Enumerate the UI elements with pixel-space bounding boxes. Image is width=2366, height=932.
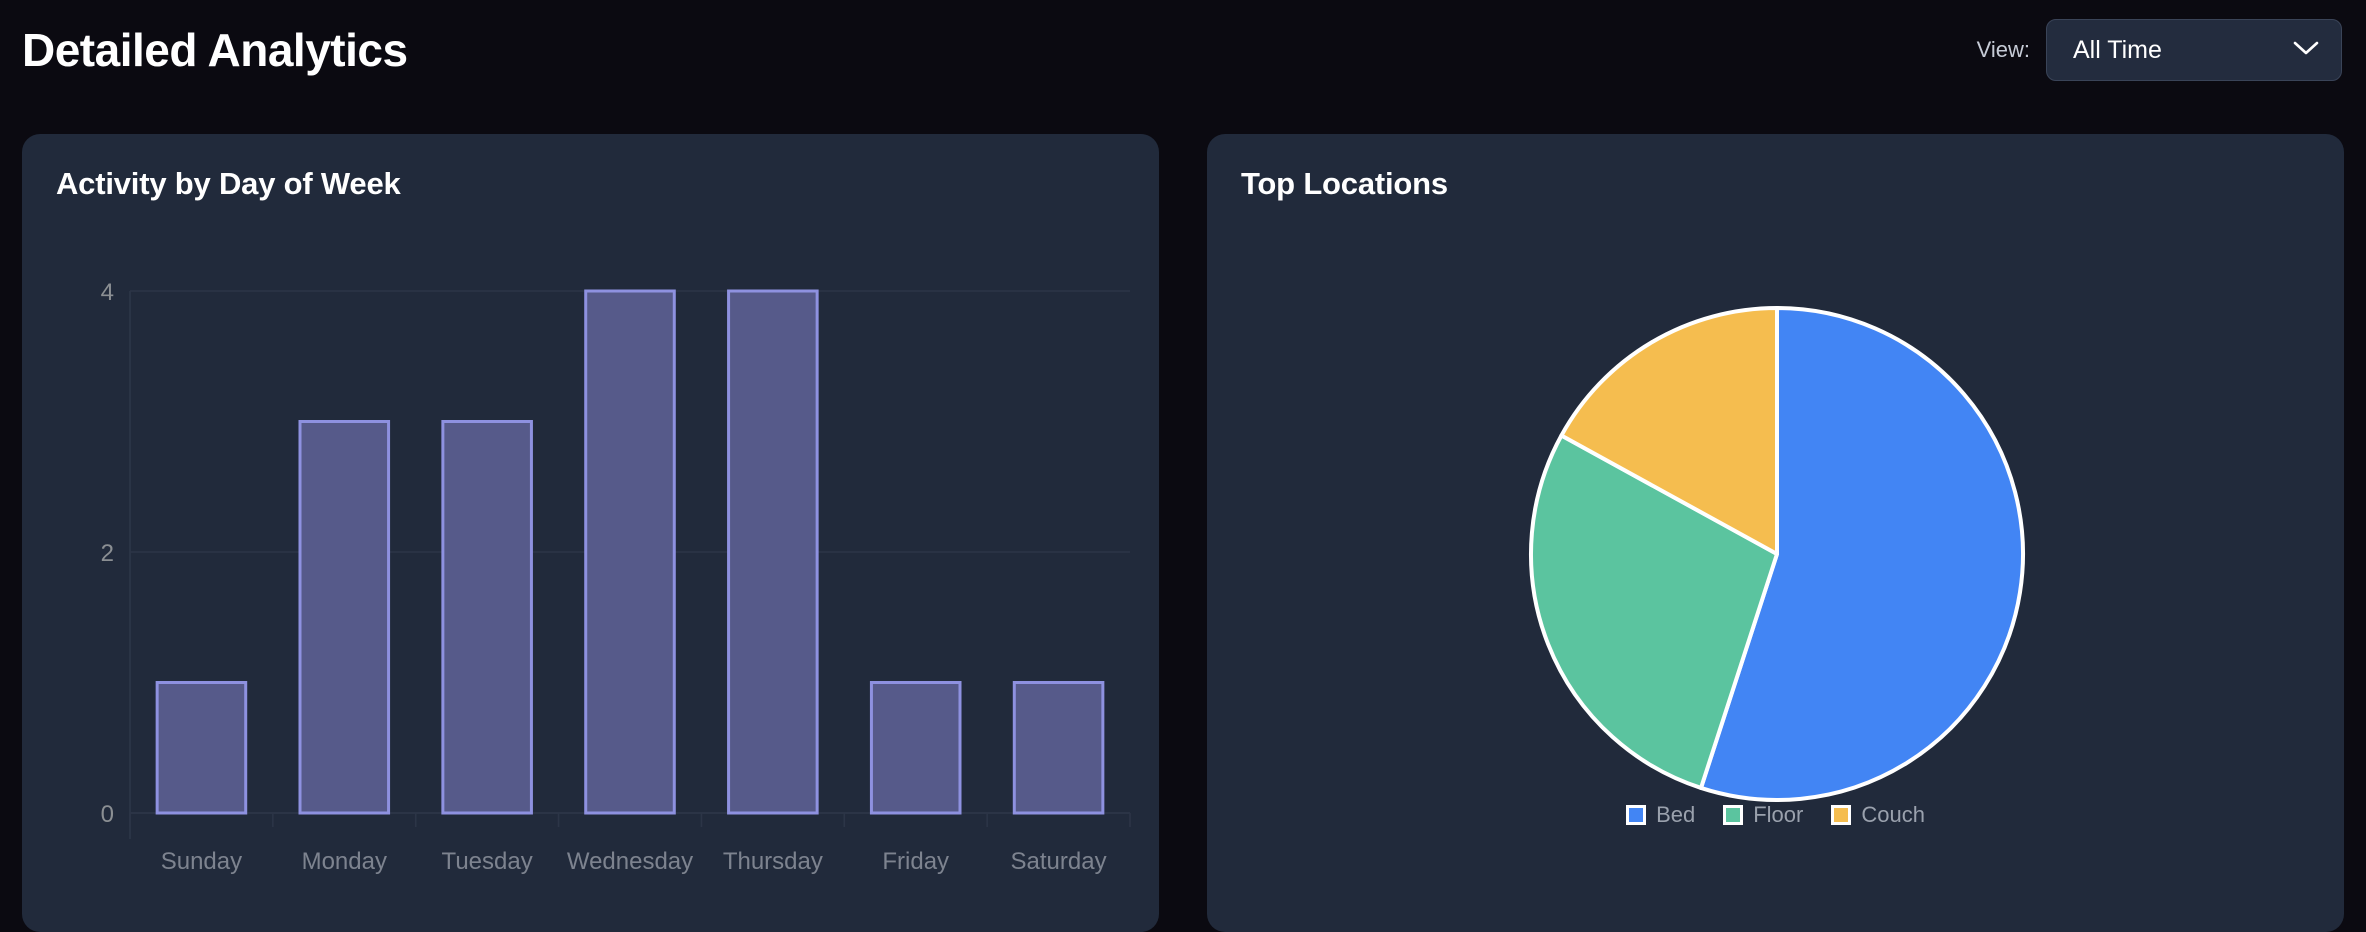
x-tick-label: Tuesday — [442, 848, 533, 875]
chevron-down-icon — [2293, 40, 2319, 61]
pie-legend-item[interactable]: Couch — [1831, 802, 1925, 828]
x-tick-label: Thursday — [723, 848, 823, 875]
legend-swatch-icon — [1831, 805, 1852, 825]
legend-swatch-icon — [1723, 805, 1744, 825]
view-select-value: All Time — [2073, 35, 2162, 64]
x-tick-label: Wednesday — [567, 848, 693, 875]
card-title-activity: Activity by Day of Week — [56, 166, 401, 201]
legend-label: Couch — [1861, 802, 1925, 827]
analytics-page: Detailed Analytics View: All Time Activi… — [0, 0, 2366, 932]
bar[interactable] — [1012, 681, 1105, 815]
view-select[interactable]: All Time — [2046, 19, 2342, 81]
bar[interactable] — [727, 289, 819, 815]
y-tick-label: 0 — [101, 801, 114, 828]
y-tick-label: 4 — [101, 279, 114, 306]
bar-chart: 0 2 4 Sunday Monday Tuesday Wednesday Thursday F… — [22, 134, 1159, 932]
view-control: View: All Time — [1977, 19, 2342, 81]
card-top-locations: Top Locations Bed Floor Couch — [1207, 134, 2344, 932]
pie-chart: Bed Floor Couch — [1207, 134, 2344, 932]
y-tick-label: 2 — [101, 540, 114, 567]
legend-label: Floor — [1753, 802, 1804, 827]
x-tick-label: Friday — [882, 848, 949, 875]
card-activity-by-day: Activity by Day of Week 0 2 4 Sunday Monday T… — [22, 134, 1159, 932]
bar[interactable] — [298, 420, 391, 815]
x-tick-label: Sunday — [161, 848, 242, 875]
bar[interactable] — [155, 681, 248, 815]
bar[interactable] — [441, 420, 533, 815]
cards-row: Activity by Day of Week 0 2 4 Sunday Monday T… — [22, 134, 2344, 932]
x-tick-label: Monday — [302, 848, 387, 875]
pie-legend-item[interactable]: Floor — [1723, 802, 1803, 828]
pie-legend-item[interactable]: Bed — [1626, 802, 1695, 828]
legend-label: Bed — [1656, 802, 1696, 827]
bar[interactable] — [584, 289, 676, 815]
pie-legend: Bed Floor Couch — [1207, 802, 2344, 828]
legend-swatch-icon — [1626, 805, 1647, 825]
x-tick-label: Saturday — [1011, 848, 1107, 875]
page-title: Detailed Analytics — [22, 24, 408, 76]
page-header: Detailed Analytics View: All Time — [0, 0, 2366, 100]
view-label: View: — [1976, 37, 2030, 62]
bar[interactable] — [869, 681, 962, 815]
